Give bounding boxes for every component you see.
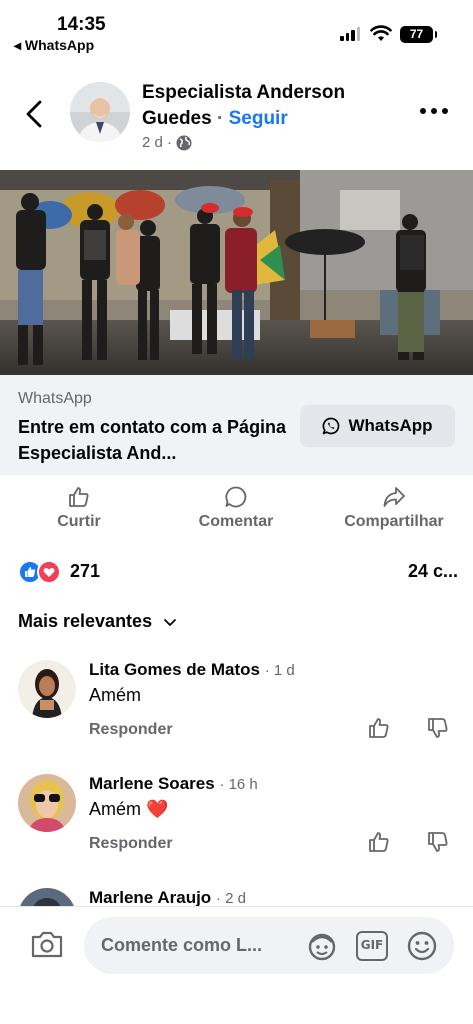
comment-count[interactable]: 24 c... [408, 561, 458, 582]
comment-item: Marlene Soares · 16 h Amém ❤️ Responder [18, 774, 458, 874]
whatsapp-icon [323, 417, 340, 435]
reply-button[interactable]: Responder [89, 721, 173, 739]
reaction-count: 271 [70, 561, 101, 581]
thumbs-up-icon[interactable] [367, 716, 391, 740]
post-meta: 2 d · [142, 134, 192, 151]
thumbs-down-icon[interactable] [426, 830, 450, 854]
like-label: Curtir [57, 513, 101, 530]
wifi-icon [370, 25, 392, 41]
post-image[interactable] [0, 170, 473, 375]
page-avatar[interactable] [70, 82, 130, 142]
thumbs-down-icon[interactable] [426, 716, 450, 740]
comment-placeholder: Comente como L... [101, 935, 263, 955]
avatar[interactable] [18, 774, 76, 832]
comment-text: Amém ❤️ [89, 799, 169, 819]
share-icon [383, 487, 405, 507]
name-separator: · [211, 108, 229, 129]
battery-icon: 77 [400, 26, 437, 43]
comment-time: · 16 h [219, 776, 258, 793]
comment-label: Comentar [198, 513, 274, 530]
post-actions: Curtir Comentar Compartilhar [0, 485, 473, 545]
camera-icon[interactable] [30, 929, 64, 959]
comment-composer: Comente como L... GIF [0, 906, 473, 1024]
share-label: Compartilhar [344, 513, 444, 530]
avatar-sticker-icon[interactable] [306, 930, 338, 962]
share-button[interactable]: Compartilhar [319, 485, 469, 531]
love-reaction-icon [37, 560, 61, 584]
cellular-signal-icon [340, 27, 360, 41]
comment-author[interactable]: Lita Gomes de Matos · 1 d [89, 660, 295, 680]
sort-label: Mais relevantes [18, 611, 153, 631]
comment-input[interactable]: Comente como L... GIF [84, 917, 454, 974]
avatar[interactable] [18, 888, 76, 908]
whatsapp-button-label: WhatsApp [348, 416, 433, 435]
more-options-icon[interactable] [420, 104, 456, 118]
avatar[interactable] [18, 660, 76, 718]
back-arrow-icon[interactable] [20, 94, 50, 134]
comment-time: · 1 d [264, 662, 295, 679]
reactions-summary[interactable]: 271 24 c... [18, 560, 458, 586]
comment-icon [225, 486, 247, 508]
comment-text: Amém [89, 685, 142, 705]
comment-time: · 2 d [215, 890, 246, 907]
comment-item: Lita Gomes de Matos · 1 d Amém Responder [18, 660, 458, 760]
whatsapp-button[interactable]: WhatsApp [300, 405, 455, 447]
status-time: 14:35 [57, 14, 106, 35]
comment-author[interactable]: Marlene Araujo · 2 d [89, 888, 246, 908]
chevron-down-icon [164, 618, 176, 626]
emoji-icon[interactable] [406, 930, 438, 962]
follow-button[interactable]: Seguir [229, 108, 288, 129]
status-bar: 14:35 ◂ WhatsApp 77 [0, 0, 473, 60]
globe-icon [176, 135, 192, 150]
post-header: Especialista Anderson Guedes · Seguir 2 … [0, 70, 473, 165]
reply-button[interactable]: Responder [89, 835, 173, 853]
gif-icon[interactable]: GIF [356, 931, 388, 961]
comment-sort-dropdown[interactable]: Mais relevantes [18, 611, 178, 632]
link-preview-title[interactable]: Entre em contato com a Página Especialis… [18, 414, 298, 466]
comment-author[interactable]: Marlene Soares · 16 h [89, 774, 258, 794]
like-button[interactable]: Curtir [4, 485, 154, 531]
post-age: 2 d · [142, 134, 173, 151]
thumbs-up-icon [69, 487, 89, 507]
link-preview-source: WhatsApp [18, 390, 92, 407]
page-title[interactable]: Especialista Anderson Guedes · Seguir [142, 80, 402, 132]
link-preview-card[interactable]: WhatsApp Entre em contato com a Página E… [0, 375, 473, 475]
back-to-app-link[interactable]: ◂ WhatsApp [14, 37, 94, 54]
thumbs-up-icon[interactable] [367, 830, 391, 854]
comment-button[interactable]: Comentar [161, 485, 311, 531]
comment-item: Marlene Araujo · 2 d [18, 888, 458, 908]
